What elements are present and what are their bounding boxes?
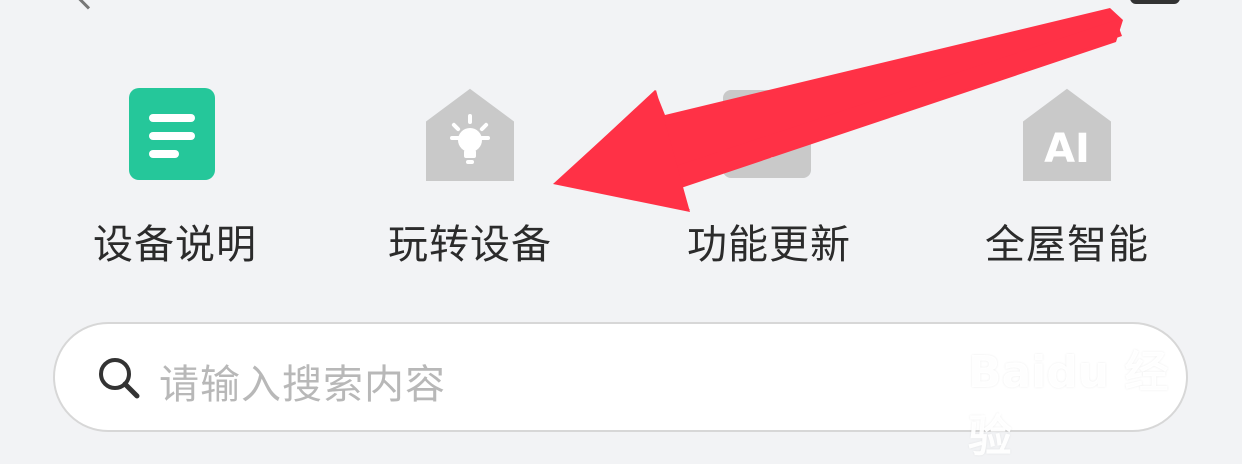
search-placeholder: 请输入搜索内容 [159,362,446,408]
search-bar[interactable]: 请输入搜索内容 [53,322,1188,432]
quick-action-label: 设备说明 [93,222,257,268]
quick-action-play-device[interactable]: 玩转设备 [360,88,580,268]
quick-action-label: 玩转设备 [388,222,552,268]
status-fragment-left [78,0,100,10]
quick-action-whole-home-smart[interactable]: AI 全屋智能 [957,88,1177,268]
quick-actions-grid: 设备说明 玩转设备 功能更新 AI 全屋智能 [0,88,1242,268]
smart-home-bulb-icon [424,88,516,184]
quick-action-device-manual[interactable]: 设备说明 [65,88,285,268]
quick-action-feature-update[interactable]: 功能更新 [659,88,879,268]
quick-action-label: 功能更新 [687,222,851,268]
ai-home-icon: AI [1021,88,1113,184]
svg-text:AI: AI [1044,126,1090,172]
status-fragment-right [1130,0,1180,4]
search-icon [95,354,143,402]
update-icon [723,88,815,184]
document-icon [129,88,221,184]
quick-action-label: 全屋智能 [985,222,1149,268]
